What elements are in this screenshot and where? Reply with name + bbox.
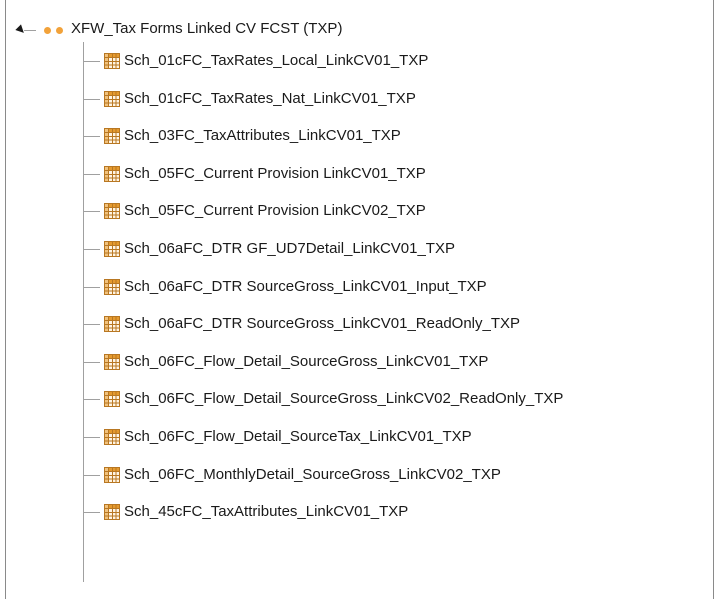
tree-item[interactable]: Sch_05FC_Current Provision LinkCV01_TXP [84,161,724,189]
tree-item-label: Sch_06aFC_DTR SourceGross_LinkCV01_ReadO… [124,315,521,333]
two-dots-icon [36,24,76,38]
tree-connector [84,61,100,62]
tree-connector [84,399,100,401]
tree-connector [24,30,36,31]
table-grid-icon [104,391,120,408]
tree-item-label: Sch_03FC_TaxAttributes_LinkCV01_TXP [124,127,401,145]
tree-item[interactable]: Sch_06FC_Flow_Detail_SourceTax_LinkCV01_… [84,424,724,452]
table-grid-icon [104,128,120,145]
tree-item-label: Sch_06aFC_DTR GF_UD7Detail_LinkCV01_TXP [124,240,455,257]
tree-item-label: Sch_06aFC_DTR SourceGross_LinkCV01_Input… [124,277,487,295]
tree-item-label: Sch_06FC_Flow_Detail_SourceGross_LinkCV0… [124,352,489,370]
tree-root-node[interactable]: XFW_Tax Forms Linked CV FCST (TXP) [0,17,700,45]
tree-item-label: Sch_06FC_Flow_Detail_SourceTax_LinkCV01_… [124,428,472,445]
tree-item-label: Sch_05FC_Current Provision LinkCV02_TXP [124,202,426,220]
tree-item[interactable]: Sch_06aFC_DTR SourceGross_LinkCV01_Input… [84,274,724,302]
tree-item[interactable]: Sch_01cFC_TaxRates_Nat_LinkCV01_TXP [84,86,724,114]
tree-connector [84,512,100,514]
table-grid-icon [104,203,120,220]
tree-item[interactable]: Sch_05FC_Current Provision LinkCV02_TXP [84,198,724,226]
tree-connector [84,437,100,438]
tree-item-label: Sch_45cFC_TaxAttributes_LinkCV01_TXP [124,503,409,521]
table-grid-icon [104,466,120,483]
tree-connector [84,286,100,288]
tree-item-label: Sch_01cFC_TaxRates_Local_LinkCV01_TXP [124,52,429,69]
tree-connector [84,249,100,250]
tree-connector [84,474,100,476]
table-grid-icon [104,353,120,370]
table-grid-icon [104,53,120,69]
tree-item[interactable]: Sch_06aFC_DTR SourceGross_LinkCV01_ReadO… [84,311,724,339]
tree-connector [84,324,100,326]
table-grid-icon [104,278,120,295]
tree-item[interactable]: Sch_06FC_Flow_Detail_SourceGross_LinkCV0… [84,386,724,414]
table-grid-icon [104,316,120,333]
tree-item-label: Sch_01cFC_TaxRates_Nat_LinkCV01_TXP [124,89,416,107]
tree-item-label: Sch_06FC_Flow_Detail_SourceGross_LinkCV0… [124,390,564,408]
table-grid-icon [104,165,120,182]
tree-item[interactable]: Sch_01cFC_TaxRates_Local_LinkCV01_TXP [84,48,724,76]
tree-connector [84,173,100,175]
table-grid-icon [104,429,120,445]
tree-connector [84,211,100,213]
tree-item[interactable]: Sch_06FC_MonthlyDetail_SourceGross_LinkC… [84,462,724,490]
tree-view: XFW_Tax Forms Linked CV FCST (TXP) Sch_0… [0,0,728,599]
tree-item-label: Sch_06FC_MonthlyDetail_SourceGross_LinkC… [124,465,501,483]
tree-connector [84,361,100,363]
table-grid-icon [104,90,120,107]
tree-item[interactable]: Sch_06FC_Flow_Detail_SourceGross_LinkCV0… [84,349,724,377]
table-grid-icon [104,241,120,257]
tree-item-label: Sch_05FC_Current Provision LinkCV01_TXP [124,164,426,182]
tree-connector [84,98,100,100]
tree-item[interactable]: Sch_06aFC_DTR GF_UD7Detail_LinkCV01_TXP [84,236,724,264]
tree-connector [84,136,100,138]
tree-item[interactable]: Sch_45cFC_TaxAttributes_LinkCV01_TXP [84,499,724,527]
table-grid-icon [104,504,120,521]
tree-root-label: XFW_Tax Forms Linked CV FCST (TXP) [71,20,343,37]
tree-item[interactable]: Sch_03FC_TaxAttributes_LinkCV01_TXP [84,123,724,151]
